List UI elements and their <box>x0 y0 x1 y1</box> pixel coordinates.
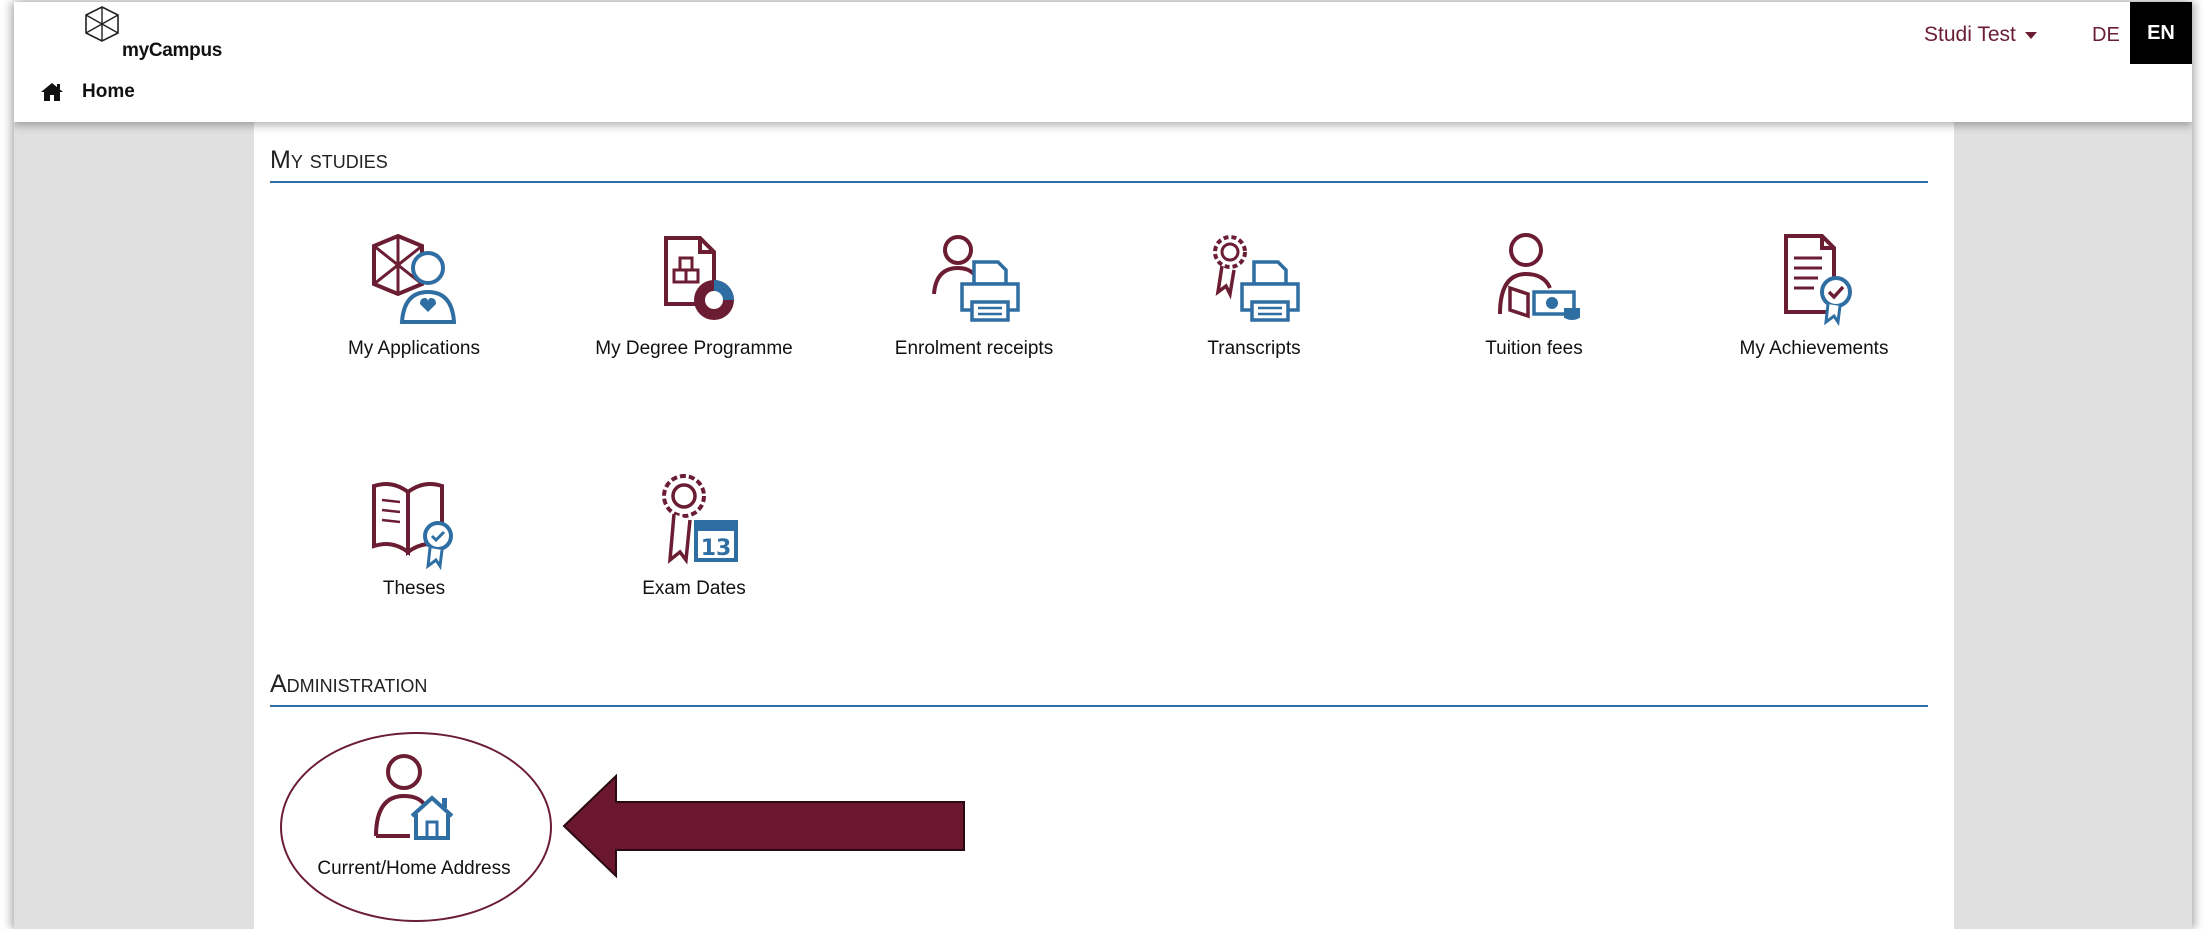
tile-label: Exam Dates <box>642 578 746 599</box>
tile-my-degree-programme[interactable]: My Degree Programme <box>574 230 814 380</box>
highlight-circle <box>280 732 552 922</box>
enrolment-printer-icon <box>932 235 1020 322</box>
achievements-icon <box>1784 234 1852 327</box>
tuition-fees-icon <box>1498 233 1580 320</box>
tile-exam-dates[interactable]: 13 Exam Dates <box>574 470 814 620</box>
caret-down-icon <box>2024 32 2037 39</box>
cube-logo-icon <box>85 6 119 42</box>
tile-label: My Degree Programme <box>595 338 793 359</box>
language-en-button[interactable]: EN <box>2130 2 2192 64</box>
tile-tuition-fees[interactable]: Tuition fees <box>1414 230 1654 380</box>
theses-book-icon <box>372 482 453 570</box>
user-name: Studi Test <box>1924 23 2016 46</box>
applications-icon <box>372 233 457 324</box>
language-de-button[interactable]: DE <box>2092 20 2120 50</box>
tile-label: My Applications <box>347 338 480 359</box>
top-bar: myCampus Home Studi Test DE EN <box>14 2 2192 122</box>
section-title-administration: Administration <box>270 670 1928 707</box>
section-title-my-studies: My studies <box>270 146 1928 183</box>
tile-enrolment-receipts[interactable]: Enrolment receipts <box>854 230 1094 380</box>
tile-transcripts[interactable]: Transcripts <box>1134 230 1374 380</box>
tile-my-achievements[interactable]: My Achievements <box>1694 230 1934 380</box>
tile-label: My Achievements <box>1739 338 1889 359</box>
degree-programme-icon <box>664 236 734 320</box>
home-icon[interactable] <box>40 81 64 103</box>
transcripts-printer-icon <box>1213 235 1300 322</box>
tile-label: Tuition fees <box>1485 338 1583 359</box>
pointer-arrow <box>562 774 965 878</box>
tile-my-applications[interactable]: My Applications <box>294 230 534 380</box>
breadcrumb: Home <box>40 78 135 106</box>
tile-label: Transcripts <box>1207 338 1301 359</box>
user-menu[interactable]: Studi Test <box>1924 20 2038 50</box>
logo[interactable]: myCampus <box>82 4 242 64</box>
app-window: myCampus Home Studi Test DE EN My studie… <box>14 2 2192 929</box>
exam-calendar-icon: 13 <box>662 474 738 565</box>
tile-label: Enrolment receipts <box>894 338 1054 359</box>
tile-label: Theses <box>382 578 446 599</box>
breadcrumb-home[interactable]: Home <box>82 81 135 103</box>
tile-theses[interactable]: Theses <box>294 470 534 620</box>
brand-name: myCampus <box>122 40 223 61</box>
calendar-day: 13 <box>701 536 732 561</box>
